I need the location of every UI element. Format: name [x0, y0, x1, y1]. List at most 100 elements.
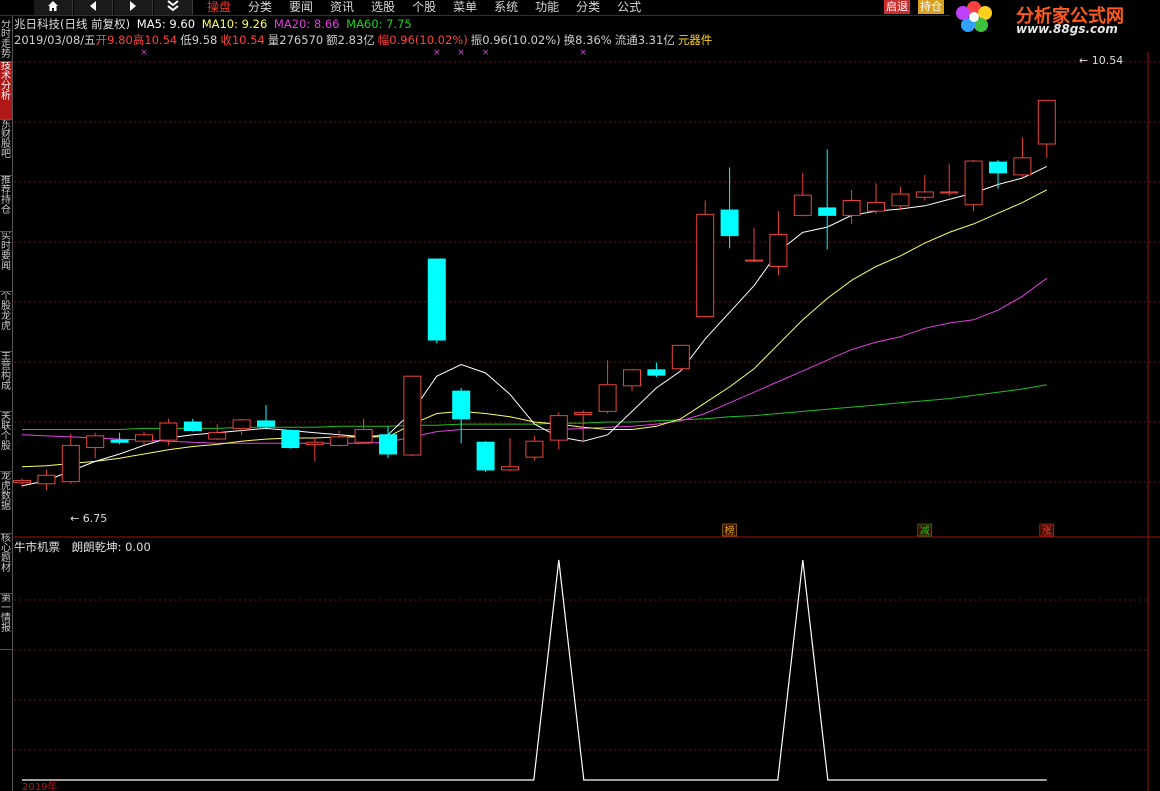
signal-markers: × × × × × [140, 48, 587, 58]
signal-marker: × [433, 48, 441, 58]
side-tab-8[interactable]: 龙虎数据 [0, 472, 12, 534]
menu-item-4[interactable]: 选股 [362, 0, 403, 15]
candle [769, 211, 788, 276]
candle-body-up [208, 432, 227, 440]
quote-open: 开9.80 [95, 33, 133, 47]
candle-body-up [891, 193, 910, 207]
menu-item-2[interactable]: 要闻 [280, 0, 321, 15]
ma20-value: MA20: 8.66 [273, 17, 340, 31]
candle [940, 164, 959, 197]
quote-amplitude: 振0.96(10.02%) [470, 33, 561, 47]
candle-body-down [818, 207, 837, 216]
candle-body-up [623, 369, 641, 387]
max-price-label: ← 10.54 [1079, 54, 1123, 67]
candle-body-up [135, 434, 153, 442]
candle-body-up [1013, 157, 1032, 176]
position-button[interactable]: 持仓 [918, 0, 944, 14]
candle [720, 167, 739, 249]
side-tab-4[interactable]: 实时要闻 [0, 232, 12, 292]
menu-item-0[interactable]: 操盘 [198, 0, 239, 15]
candle [305, 436, 324, 462]
candle [964, 159, 983, 212]
side-tab-bar: 分时走势 技术分析 东财股吧 推荐持仓 实时要闻 个股龙虎 主营构成 关联个股 龙虎数据 核心题材… [0, 16, 13, 791]
candle-body-up [671, 344, 690, 370]
logo-url: www.88gs.com [1016, 22, 1118, 36]
candle-body-up [37, 474, 56, 485]
candle [1037, 99, 1056, 158]
side-tab-5[interactable]: 个股龙虎 [0, 292, 12, 352]
candle-body-up [13, 480, 31, 484]
side-tab-6[interactable]: 主营构成 [0, 352, 12, 412]
candle-body-up [549, 415, 568, 441]
quote-high: 高10.54 [132, 33, 178, 47]
candle-body-down [110, 439, 129, 443]
home-icon[interactable] [34, 0, 73, 15]
candle [13, 478, 31, 487]
menu-item-6[interactable]: 菜单 [444, 0, 485, 15]
candle-body-up [867, 202, 885, 212]
candle-body-up [696, 213, 715, 318]
side-tab-2[interactable]: 东财股吧 [0, 120, 12, 176]
menu-item-7[interactable]: 系统 [485, 0, 526, 15]
candle-body-down [183, 421, 202, 432]
candle-body-down [257, 420, 275, 427]
side-tab-1[interactable]: 技术分析 [0, 62, 12, 120]
ma20-line [21, 277, 1048, 444]
candle-body-up [745, 259, 763, 262]
candle-body-up [159, 422, 178, 441]
candle-body-up [330, 436, 349, 446]
candle-body-down [720, 209, 739, 237]
candle [647, 362, 666, 378]
quote-change: 幅0.96(10.02%) [377, 33, 468, 47]
ma5-value: MA5: 9.60 [136, 17, 196, 31]
candle [183, 418, 202, 432]
exit-button[interactable]: 启退 [884, 0, 910, 14]
candle [671, 344, 690, 371]
candle-body-up [915, 191, 934, 198]
back-arrow-icon[interactable] [74, 0, 113, 15]
candle-body-up [501, 466, 519, 471]
candle [623, 368, 641, 392]
candle-body-up [574, 411, 593, 416]
quote-line: 2019/03/08/五开9.80高10.54 低9.58 收10.54 量27657… [14, 34, 715, 47]
candle [793, 172, 812, 217]
min-price-label: ← 6.75 [70, 512, 107, 525]
candle-body-up [305, 441, 324, 445]
menu-item-3[interactable]: 资讯 [321, 0, 362, 15]
menu-item-1[interactable]: 分类 [239, 0, 280, 15]
side-tab-3[interactable]: 推荐持仓 [0, 176, 12, 232]
candle [379, 426, 397, 459]
candle [135, 431, 153, 445]
candle [37, 469, 56, 491]
candle [330, 430, 349, 447]
menu-item-9[interactable]: 分类 [567, 0, 608, 15]
kline-chart[interactable]: × × × × × 榜 减 涨 ← 10.54 ← 6.75 2019年 [0, 0, 1160, 791]
quote-close: 收10.54 [220, 33, 265, 47]
candle-body-up [940, 191, 959, 194]
menu-item-8[interactable]: 功能 [526, 0, 567, 15]
menu-item-5[interactable]: 个股 [403, 0, 444, 15]
candle-body-down [427, 258, 446, 341]
candle-body-up [598, 384, 617, 412]
candlesticks [13, 99, 1056, 491]
candle [257, 404, 275, 430]
quote-volume: 量276570 [267, 33, 324, 47]
forward-arrow-icon[interactable] [114, 0, 153, 15]
double-chevron-down-icon[interactable] [154, 0, 193, 15]
side-tab-9[interactable]: 核心题材 [0, 534, 12, 594]
chart-grid [14, 52, 1160, 791]
candle-body-up [1037, 99, 1056, 145]
indicator-line [22, 559, 1047, 781]
side-tab-0[interactable]: 分时走势 [0, 20, 12, 62]
side-tab-7[interactable]: 关联个股 [0, 412, 12, 472]
quote-turnover: 换8.36% [563, 33, 612, 47]
candle [501, 437, 519, 472]
candle-body-up [354, 428, 373, 443]
candle-body-up [793, 194, 812, 216]
event-badge-text: 涨 [1042, 525, 1052, 537]
ma10-value: MA10: 9.26 [201, 17, 268, 31]
candle-body-up [61, 444, 80, 483]
side-tab-10[interactable]: 第一情报 [0, 594, 12, 650]
menu-item-10[interactable]: 公式 [608, 0, 649, 15]
quote-date: 2019/03/08/五 [14, 33, 96, 47]
